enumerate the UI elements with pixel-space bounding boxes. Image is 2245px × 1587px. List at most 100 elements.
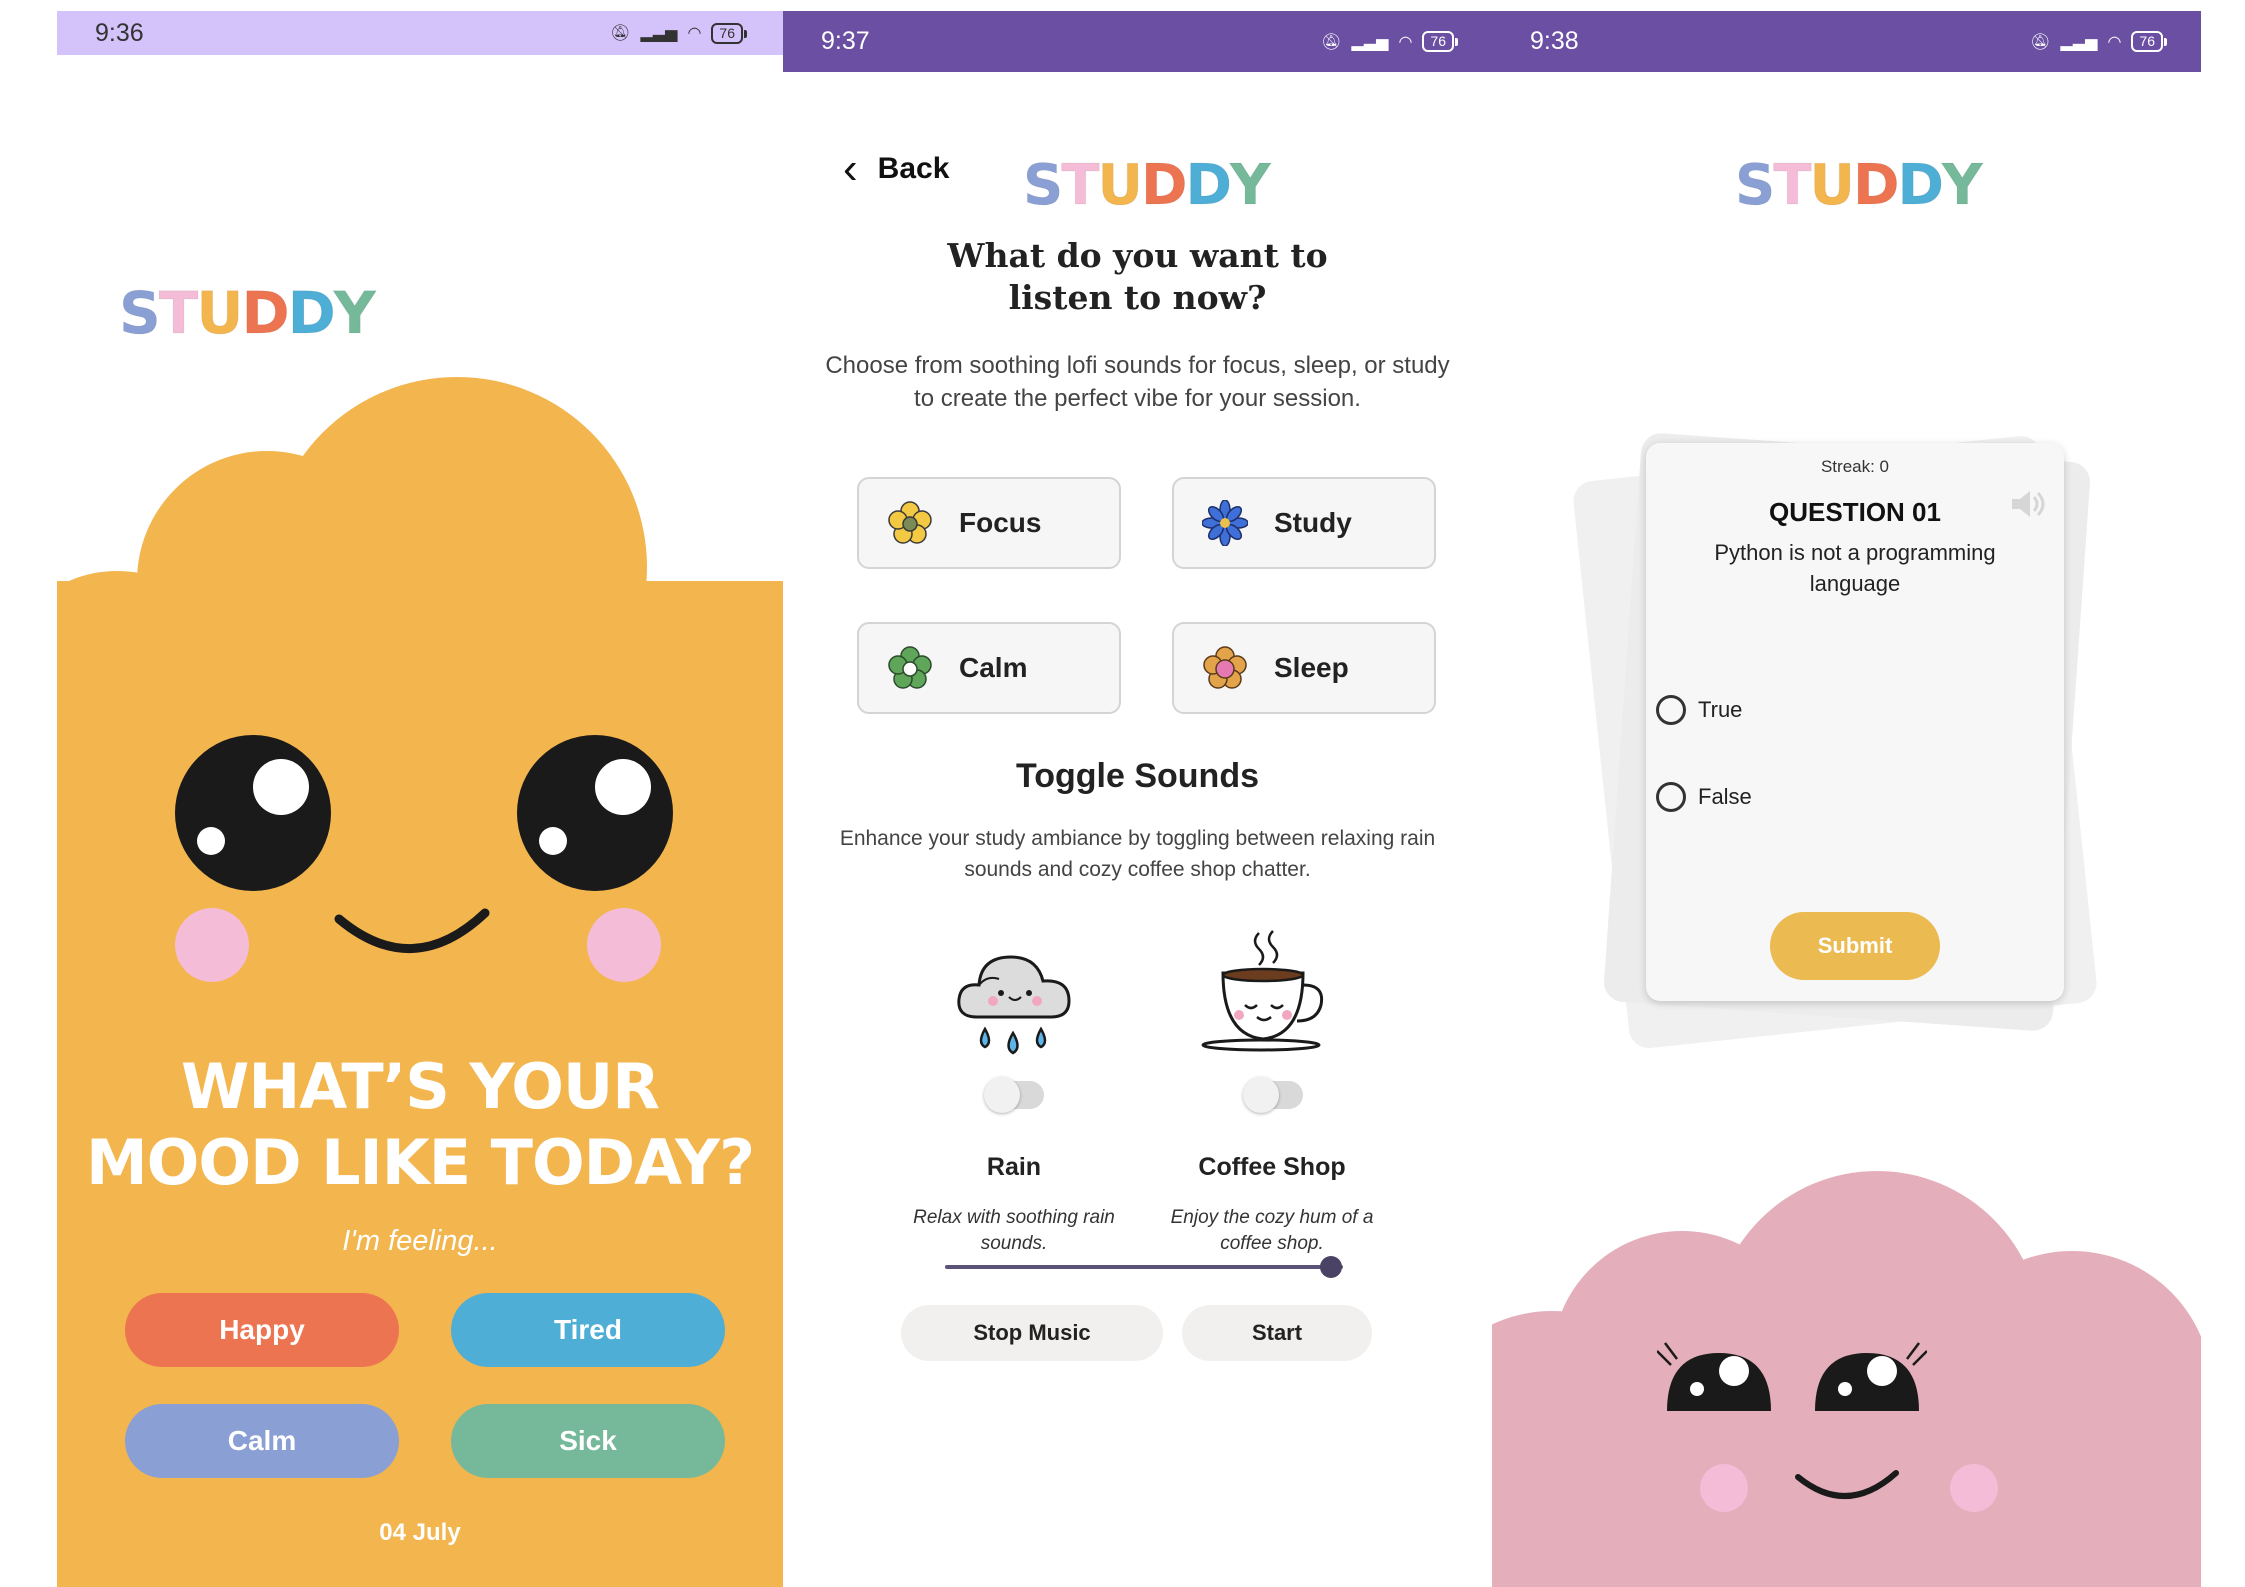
status-time: 9:37 bbox=[821, 27, 870, 55]
option-label: True bbox=[1698, 697, 1743, 722]
mute-icon: 🔕︎ bbox=[2030, 33, 2051, 51]
logo-letter: S bbox=[1734, 153, 1775, 219]
option-label: False bbox=[1698, 784, 1752, 809]
logo-letter: U bbox=[1097, 153, 1144, 219]
rain-description: Relax with soothing rain sounds. bbox=[913, 1207, 1115, 1254]
toggle-sounds-description: Enhance your study ambiance by toggling … bbox=[839, 827, 1436, 881]
radio-button[interactable] bbox=[1656, 695, 1686, 725]
right-eye bbox=[517, 735, 673, 891]
status-bar: 9:37 🔕︎ ▂▃▅ ◠ 76 bbox=[783, 11, 1492, 72]
logo-letter: D bbox=[1185, 153, 1233, 219]
app-logo: STUDDY bbox=[1734, 153, 1984, 219]
signal-icon: ▂▃▅ bbox=[640, 25, 678, 42]
wifi-icon: ◠ bbox=[687, 25, 702, 42]
mood-sick-button[interactable]: Sick bbox=[451, 1404, 725, 1478]
streak-counter: Streak: 0 bbox=[1820, 457, 1890, 476]
calm-button[interactable]: Calm bbox=[857, 622, 1121, 714]
rain-cloud-icon bbox=[957, 955, 1071, 1055]
mood-question-title: WHAT’S YOUR MOOD LIKE TODAY? bbox=[85, 1050, 755, 1199]
left-eye bbox=[175, 735, 331, 891]
pink-flower-icon bbox=[1203, 646, 1247, 689]
option-false[interactable]: False bbox=[1656, 782, 1752, 812]
calm-label: Calm bbox=[959, 652, 1028, 683]
status-bar: 9:36 🔕︎ ▂▃▅ ◠ 76 bbox=[57, 11, 783, 55]
green-flower-icon bbox=[888, 646, 932, 689]
radio-button[interactable] bbox=[1656, 782, 1686, 812]
mute-icon: 🔕︎ bbox=[1321, 33, 1342, 51]
coffee-shop-description: Enjoy the cozy hum of a coffee shop. bbox=[1170, 1207, 1374, 1254]
study-button[interactable]: Study bbox=[1172, 477, 1436, 569]
blue-flower-icon bbox=[1202, 500, 1248, 546]
back-button[interactable]: ‹ Back bbox=[843, 147, 949, 191]
logo-letter: U bbox=[196, 279, 244, 348]
coffee-cup-icon bbox=[1201, 930, 1324, 1052]
study-label: Study bbox=[1274, 507, 1352, 538]
logo-letter: T bbox=[1773, 153, 1812, 219]
wifi-icon: ◠ bbox=[1398, 33, 1413, 51]
quiz-screen: 9:38 🔕︎ ▂▃▅ ◠ 76 STUDDY Streak: 0 QUESTI… bbox=[1492, 11, 2201, 1587]
right-cheek bbox=[587, 908, 661, 982]
logo-letter: D bbox=[1853, 153, 1901, 219]
right-cheek bbox=[1950, 1464, 1998, 1512]
coffee-shop-toggle[interactable] bbox=[1243, 1077, 1303, 1113]
logo-letter: U bbox=[1809, 153, 1856, 219]
music-screen: 9:37 🔕︎ ▂▃▅ ◠ 76 ‹ Back STUDDY What do y… bbox=[783, 11, 1492, 1587]
logo-letter: Y bbox=[333, 279, 376, 348]
submit-button[interactable]: Submit bbox=[1770, 912, 1940, 980]
page-description: Choose from soothing lofi sounds for foc… bbox=[825, 352, 1450, 412]
battery-icon: 76 bbox=[2131, 31, 2167, 52]
sleep-label: Sleep bbox=[1274, 652, 1349, 683]
volume-slider-track[interactable] bbox=[945, 1265, 1343, 1269]
mood-calm-button[interactable]: Calm bbox=[125, 1404, 399, 1478]
signal-icon: ▂▃▅ bbox=[2060, 33, 2098, 51]
logo-letter: T bbox=[1061, 153, 1100, 219]
start-button[interactable]: Start bbox=[1182, 1305, 1372, 1361]
signal-icon: ▂▃▅ bbox=[1351, 33, 1389, 51]
focus-button[interactable]: Focus bbox=[857, 477, 1121, 569]
logo-letter: S bbox=[1022, 153, 1063, 219]
mute-icon: 🔕︎ bbox=[610, 25, 631, 42]
question-card: Streak: 0 QUESTION 01 Python is not a pr… bbox=[1646, 443, 2064, 1001]
feeling-subtitle: I'm feeling... bbox=[342, 1225, 498, 1257]
date-label: 04 July bbox=[379, 1519, 461, 1546]
page-title: What do you want to listen to now? bbox=[947, 236, 1328, 317]
question-number: QUESTION 01 bbox=[1769, 497, 1941, 527]
battery-icon: 76 bbox=[1422, 31, 1458, 52]
mascot-eyes bbox=[1657, 1342, 1927, 1411]
logo-letter: D bbox=[287, 279, 336, 348]
left-cheek bbox=[175, 908, 249, 982]
status-bar: 9:38 🔕︎ ▂▃▅ ◠ 76 bbox=[1492, 11, 2201, 72]
left-cheek bbox=[1700, 1464, 1748, 1512]
coffee-shop-label: Coffee Shop bbox=[1198, 1153, 1346, 1181]
wifi-icon: ◠ bbox=[2107, 33, 2122, 51]
logo-letter: S bbox=[119, 279, 162, 348]
sleep-button[interactable]: Sleep bbox=[1172, 622, 1436, 714]
mood-happy-button[interactable]: Happy bbox=[125, 1293, 399, 1367]
rain-label: Rain bbox=[986, 1153, 1042, 1181]
toggle-sounds-title: Toggle Sounds bbox=[1015, 757, 1259, 795]
mood-screen: 9:36 🔕︎ ▂▃▅ ◠ 76 STUDDY WHAT’S YOUR MOOD… bbox=[57, 11, 783, 1587]
app-logo: STUDDY bbox=[1022, 153, 1272, 219]
yellow-flower-icon bbox=[888, 501, 932, 544]
rain-toggle[interactable] bbox=[984, 1077, 1044, 1113]
volume-slider-handle[interactable] bbox=[1320, 1256, 1343, 1278]
back-label: Back bbox=[877, 152, 950, 185]
logo-letter: Y bbox=[1230, 153, 1272, 219]
mood-tired-button[interactable]: Tired bbox=[451, 1293, 725, 1367]
battery-icon: 76 bbox=[711, 22, 747, 44]
chevron-left-icon: ‹ bbox=[843, 144, 858, 193]
logo-letter: T bbox=[158, 279, 199, 348]
logo-letter: D bbox=[1141, 153, 1189, 219]
app-logo: STUDDY bbox=[119, 279, 377, 348]
logo-letter: Y bbox=[1942, 153, 1984, 219]
logo-letter: D bbox=[241, 279, 290, 348]
logo-letter: D bbox=[1897, 153, 1945, 219]
stop-music-button[interactable]: Stop Music bbox=[901, 1305, 1163, 1361]
focus-label: Focus bbox=[959, 507, 1042, 538]
smile bbox=[1795, 1470, 1899, 1500]
question-text: Python is not a programming language bbox=[1714, 540, 1996, 596]
status-time: 9:36 bbox=[95, 18, 144, 47]
smile bbox=[334, 908, 490, 953]
status-time: 9:38 bbox=[1530, 27, 1579, 55]
option-true[interactable]: True bbox=[1656, 695, 1742, 725]
